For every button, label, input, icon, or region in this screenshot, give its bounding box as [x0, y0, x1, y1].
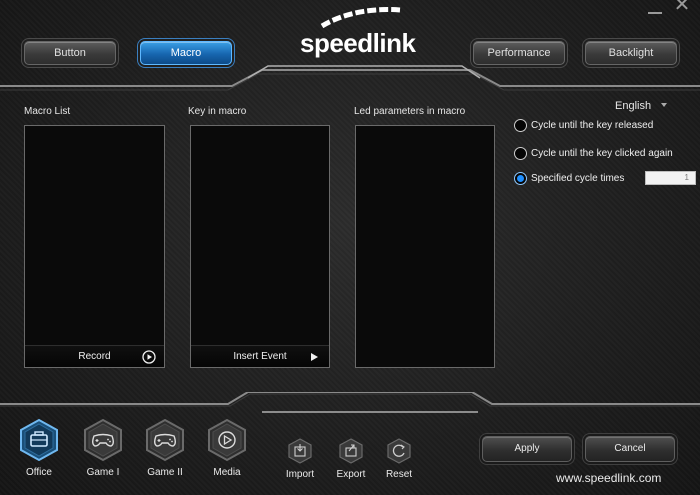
- import-icon: [288, 438, 312, 464]
- profile-game-ii-button[interactable]: [143, 418, 187, 462]
- profile-game-ii-label: Game II: [147, 467, 183, 478]
- led-parameters-list[interactable]: [355, 125, 495, 368]
- record-button-label: Record: [78, 351, 111, 362]
- cycle-count-input[interactable]: 1: [645, 171, 696, 185]
- minimize-icon[interactable]: [648, 6, 662, 14]
- profile-game-i-label: Game I: [86, 467, 120, 478]
- profile-media-button[interactable]: [205, 418, 249, 462]
- reset-label: Reset: [385, 469, 413, 480]
- gamepad-icon: [84, 418, 122, 462]
- play-circle-icon: [208, 418, 246, 462]
- radio-cycle-until-clicked[interactable]: Cycle until the key clicked again: [514, 147, 694, 163]
- chevron-down-icon[interactable]: [661, 103, 667, 107]
- led-parameters-label: Led parameters in macro: [354, 106, 466, 117]
- import-label: Import: [285, 469, 315, 480]
- language-select[interactable]: English: [615, 100, 651, 112]
- website-link[interactable]: www.speedlink.com: [556, 471, 661, 485]
- record-play-icon: [142, 350, 156, 364]
- briefcase-icon: [20, 418, 58, 462]
- profile-game-i-button[interactable]: [81, 418, 125, 462]
- profile-media-label: Media: [213, 467, 241, 478]
- brand-logo: speedlink: [300, 6, 416, 58]
- apply-button[interactable]: Apply: [482, 436, 572, 462]
- record-button[interactable]: Record: [25, 345, 164, 367]
- reset-button[interactable]: [386, 438, 412, 464]
- logo-wordmark: speedlink: [300, 28, 416, 58]
- radio-button-checked-icon[interactable]: [514, 172, 527, 185]
- macro-settings-window: ✕ speedlink Button Macro Performance Bac…: [0, 0, 700, 495]
- radio-label: Cycle until the key clicked again: [531, 148, 673, 159]
- macro-list-label: Macro List: [24, 106, 71, 117]
- radio-button-icon[interactable]: [514, 147, 527, 160]
- radio-cycle-until-released[interactable]: Cycle until the key released: [514, 119, 694, 135]
- reset-icon: [387, 438, 411, 464]
- radio-label: Cycle until the key released: [531, 120, 654, 131]
- cancel-button[interactable]: Cancel: [585, 436, 675, 462]
- profile-office-button[interactable]: [17, 418, 61, 462]
- radio-button-icon[interactable]: [514, 119, 527, 132]
- logo-swoosh-icon: [320, 7, 401, 29]
- export-button[interactable]: [338, 438, 364, 464]
- export-icon: [339, 438, 363, 464]
- profile-office-label: Office: [26, 467, 52, 478]
- export-label: Export: [336, 469, 366, 480]
- top-decor-rail: [0, 65, 700, 91]
- macro-list[interactable]: Record: [24, 125, 165, 368]
- key-in-macro-list[interactable]: Insert Event: [190, 125, 330, 368]
- play-triangle-icon: [311, 353, 318, 361]
- gamepad-icon: [146, 418, 184, 462]
- insert-event-label: Insert Event: [233, 351, 287, 362]
- key-in-macro-label: Key in macro: [188, 106, 247, 117]
- radio-label: Specified cycle times: [531, 173, 625, 184]
- insert-event-button[interactable]: Insert Event: [191, 345, 329, 367]
- close-icon[interactable]: ✕: [672, 0, 692, 15]
- import-button[interactable]: [287, 438, 313, 464]
- radio-specified-cycle-times[interactable]: Specified cycle times: [514, 172, 634, 188]
